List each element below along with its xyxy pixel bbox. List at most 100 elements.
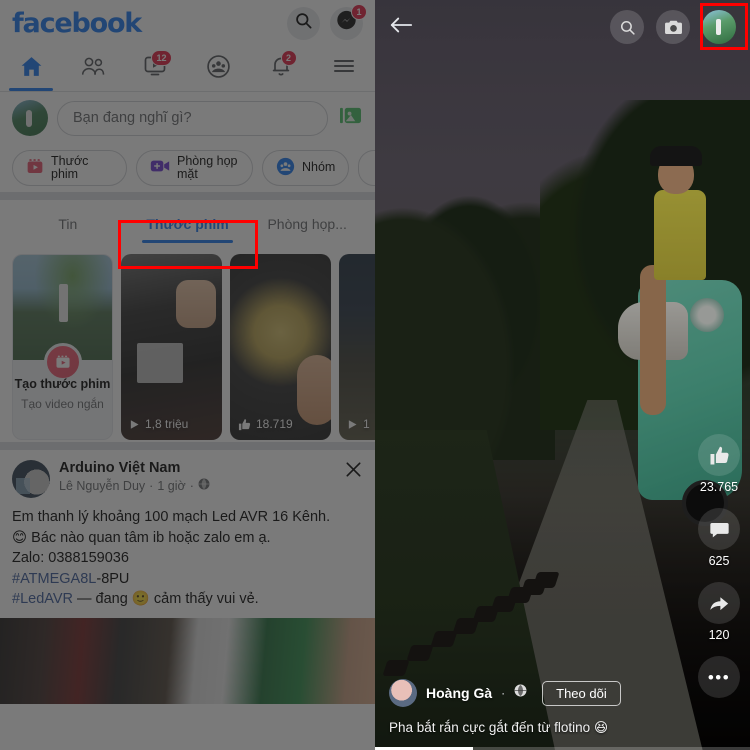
tab-tin[interactable]: Tin xyxy=(8,200,128,248)
post-meta: Arduino Việt Nam Lê Nguyễn Duy · 1 giờ · xyxy=(59,460,285,493)
reel-camera-button[interactable] xyxy=(656,10,690,44)
reel-stat: 1,8 triệu xyxy=(129,417,188,431)
post-subline: Lê Nguyễn Duy · 1 giờ · xyxy=(59,478,285,493)
post-composer: Bạn đang nghĩ gì? xyxy=(0,92,375,144)
pill-label: Thước phim xyxy=(51,153,89,181)
avatar[interactable] xyxy=(12,100,48,136)
pill-label: Nhóm xyxy=(302,160,336,175)
post-line: Zalo: 0388159036 xyxy=(12,548,363,569)
facebook-logo[interactable]: facebook xyxy=(12,8,142,39)
reel-stat-count: 1 xyxy=(363,417,370,431)
reel-search-button[interactable] xyxy=(610,10,644,44)
reel-user-row: Hoàng Gà · Theo dõi xyxy=(389,679,736,707)
photo-icon xyxy=(339,105,362,131)
reel-author-name[interactable]: Hoàng Gà xyxy=(426,685,492,701)
nav-tab-friends[interactable] xyxy=(63,46,126,91)
follow-button[interactable]: Theo dõi xyxy=(542,680,621,706)
post-text: Zalo: 0388159036 xyxy=(12,550,129,567)
reel-dim-overlay xyxy=(375,0,750,750)
post-separator: · xyxy=(149,478,154,493)
pill-reels[interactable]: Thước phim xyxy=(12,150,127,186)
comment-button[interactable] xyxy=(698,508,740,550)
pill-label: Phòng họp mặt xyxy=(177,153,238,181)
reel-create-title: Tạo thước phim xyxy=(14,377,111,391)
reel-action-rail: 23.765 625 120 ••• xyxy=(698,434,740,698)
groups-icon xyxy=(276,157,295,180)
reels-icon xyxy=(55,355,70,368)
post-text: Bác nào quan tâm ib hoặc zalo em ạ. xyxy=(27,529,271,546)
messenger-button[interactable]: 1 xyxy=(330,3,367,40)
friends-icon xyxy=(80,54,107,84)
reel-footer: Hoàng Gà · Theo dõi Pha bắt rắn cực gắt … xyxy=(375,679,750,736)
back-button[interactable] xyxy=(389,15,413,40)
share-button[interactable] xyxy=(698,582,740,624)
home-icon xyxy=(19,54,44,84)
search-button[interactable] xyxy=(287,6,320,40)
reel-stat-count: 18.719 xyxy=(256,417,293,431)
reels-carousel[interactable]: Tạo thước phim Tạo video ngắn 1,8 triệu … xyxy=(0,248,375,450)
post-avatar[interactable] xyxy=(12,460,50,498)
tab-thuoc-phim[interactable]: Thước phim xyxy=(128,200,248,248)
pill-groups[interactable]: Nhóm xyxy=(262,150,350,186)
back-arrow-icon xyxy=(390,17,413,32)
reel-separator: · xyxy=(501,686,506,700)
play-icon xyxy=(130,419,139,429)
nav-tab-notifications[interactable]: 2 xyxy=(250,46,313,91)
post-text: — đang xyxy=(73,591,132,608)
reels-tab-strip: Tin Thước phim Phòng họp... xyxy=(0,200,375,248)
post-image[interactable] xyxy=(0,617,375,704)
facebook-nav-tabs: 12 2 xyxy=(0,46,375,92)
post-emoji: 🙂 xyxy=(131,591,150,608)
reel-create-button[interactable] xyxy=(43,343,82,381)
post-page-name[interactable]: Arduino Việt Nam xyxy=(59,460,285,476)
camera-icon xyxy=(664,20,682,34)
reel-thumbnail[interactable]: 1 xyxy=(339,254,375,440)
like-button[interactable] xyxy=(698,434,740,476)
post-header: Arduino Việt Nam Lê Nguyễn Duy · 1 giờ · xyxy=(12,460,363,498)
reel-thumbnail[interactable]: 18.719 xyxy=(230,254,331,440)
reel-caption-emoji: 😆 xyxy=(593,720,609,736)
play-icon xyxy=(348,419,357,429)
pill-overflow[interactable] xyxy=(358,150,375,186)
reel-top-bar xyxy=(375,0,750,54)
post-text: cảm thấy vui vẻ. xyxy=(149,591,259,608)
share-icon xyxy=(710,596,729,610)
post-hashtag[interactable]: #ATMEGA8L xyxy=(12,571,96,587)
comment-icon xyxy=(709,522,729,537)
feed-post: Arduino Việt Nam Lê Nguyễn Duy · 1 giờ · xyxy=(0,450,375,704)
nav-tab-groups[interactable] xyxy=(188,46,251,91)
reel-caption: Pha bắt rắn cực gắt đến từ flotino 😆 xyxy=(389,720,736,736)
post-time: 1 giờ xyxy=(157,478,186,493)
video-room-icon xyxy=(150,158,170,178)
reel-stat-count: 1,8 triệu xyxy=(145,417,189,431)
like-icon xyxy=(710,446,729,464)
nav-tab-home[interactable] xyxy=(0,46,63,91)
reel-create-subtitle: Tạo video ngắn xyxy=(21,397,104,411)
reel-thumbnail[interactable]: 1,8 triệu xyxy=(121,254,222,440)
reel-top-actions xyxy=(610,10,736,44)
nav-tab-watch[interactable]: 12 xyxy=(125,46,188,91)
comment-count: 625 xyxy=(708,554,730,568)
facebook-feed-panel: facebook 1 12 2 Bạn đang nghĩ gì? Thước … xyxy=(0,0,375,750)
post-close-button[interactable] xyxy=(340,460,363,483)
reel-author-avatar[interactable] xyxy=(389,679,417,707)
post-line: Em thanh lý khoảng 100 mạch Led AVR 16 K… xyxy=(12,507,363,528)
post-text: -8PU xyxy=(96,570,130,587)
reel-stat: 1 xyxy=(347,417,370,431)
profile-avatar[interactable] xyxy=(702,10,736,44)
photo-button[interactable] xyxy=(337,105,363,131)
notifications-badge: 2 xyxy=(280,50,297,66)
composer-input[interactable]: Bạn đang nghĩ gì? xyxy=(57,100,328,136)
reel-caption-text: Pha bắt rắn cực gắt đến từ flotino xyxy=(389,720,591,735)
post-hashtag[interactable]: #LedAVR xyxy=(12,591,73,607)
globe-icon xyxy=(198,478,210,493)
groups-icon xyxy=(206,54,231,84)
post-line: 😊 Bác nào quan tâm ib hoặc zalo em ạ. xyxy=(12,528,363,549)
tab-phong-hop[interactable]: Phòng họp... xyxy=(247,200,367,248)
reel-create-card[interactable]: Tạo thước phim Tạo video ngắn xyxy=(12,254,113,440)
post-line: #LedAVR — đang 🙂 cảm thấy vui vẻ. xyxy=(12,589,363,610)
pill-rooms[interactable]: Phòng họp mặt xyxy=(136,150,253,186)
top-bar-actions: 1 xyxy=(287,3,367,40)
nav-tab-menu[interactable] xyxy=(313,46,376,91)
reels-icon xyxy=(26,157,44,179)
